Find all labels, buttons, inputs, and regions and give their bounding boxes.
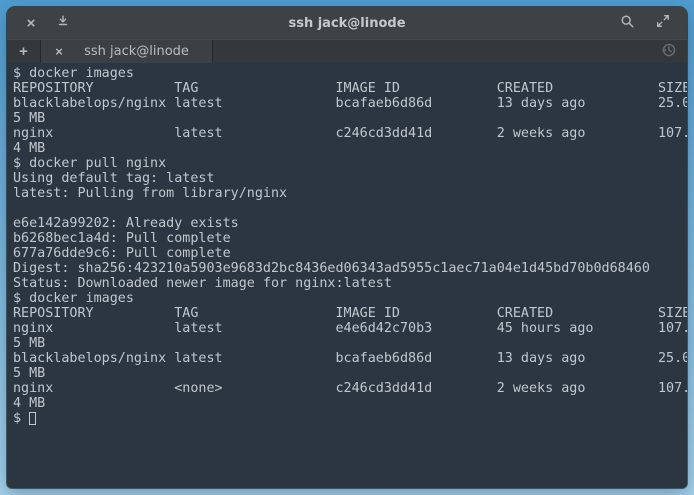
tab-close-button[interactable]: × [49, 44, 69, 59]
shell-prompt: $ [13, 411, 21, 426]
plus-icon: + [19, 43, 28, 60]
terminal-cursor [29, 412, 36, 425]
window-title: ssh jack@linode [7, 16, 687, 31]
download-button[interactable] [51, 11, 75, 35]
search-button[interactable] [615, 11, 639, 35]
desktop-background: × ssh jack@linode [0, 0, 694, 495]
new-tab-button[interactable]: + [7, 40, 41, 63]
fullscreen-button[interactable] [651, 11, 675, 35]
download-icon [56, 14, 70, 32]
prompt-line: $ [13, 411, 687, 426]
titlebar[interactable]: × ssh jack@linode [7, 7, 687, 39]
tab-ssh-session[interactable]: × ssh jack@linode [41, 40, 213, 63]
search-icon [620, 14, 635, 33]
terminal-window: × ssh jack@linode [7, 7, 687, 488]
terminal-screen[interactable]: $ docker images REPOSITORY TAG IMAGE ID … [7, 63, 687, 488]
terminal-output: $ docker images REPOSITORY TAG IMAGE ID … [13, 66, 687, 411]
tab-label: ssh jack@linode [69, 44, 204, 59]
close-window-button[interactable]: × [19, 11, 43, 35]
history-button[interactable] [659, 42, 679, 62]
close-icon: × [27, 15, 36, 32]
close-icon: × [55, 44, 63, 59]
history-icon [661, 42, 677, 61]
tabbar: + × ssh jack@linode [7, 39, 687, 63]
expand-icon [656, 14, 670, 32]
